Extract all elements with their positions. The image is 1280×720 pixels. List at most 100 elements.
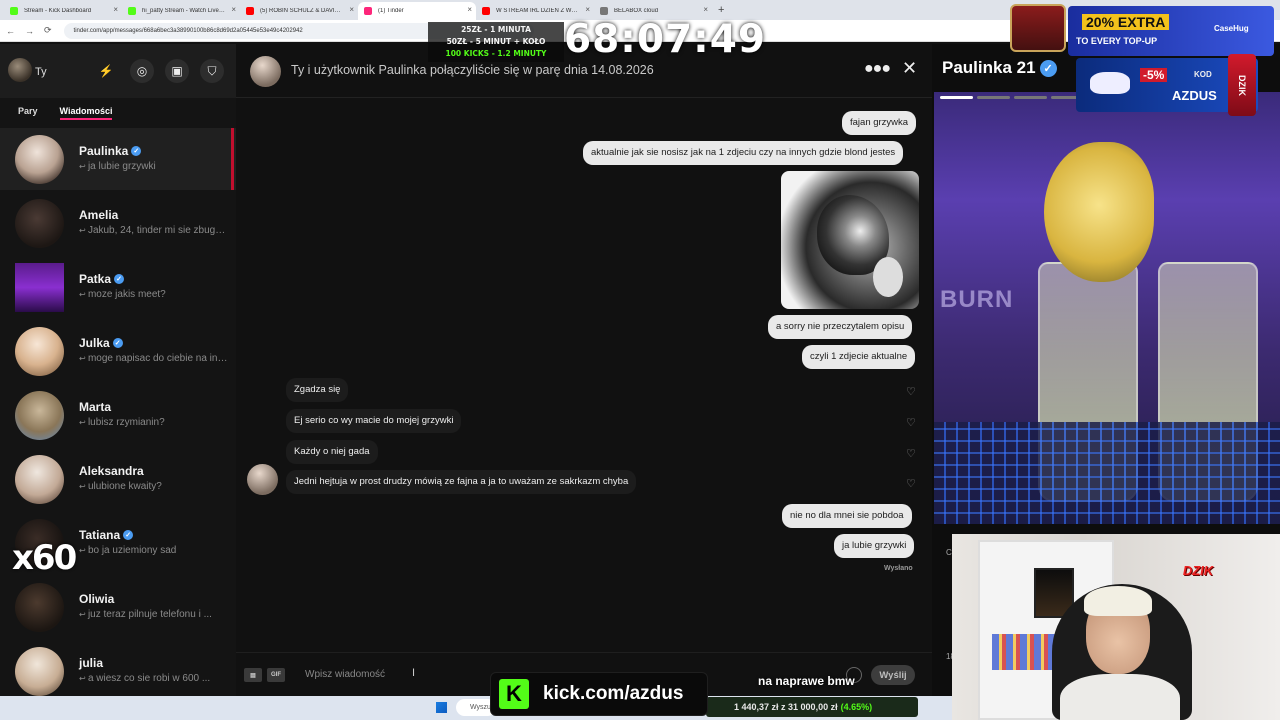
conversation-name: Aleksandra: [79, 464, 144, 478]
belabox-favicon-icon: [600, 7, 608, 15]
tab-messages[interactable]: Wiadomości: [59, 106, 113, 120]
conversation-item[interactable]: Aleksandra ulubione kwaity?: [0, 448, 236, 510]
photo-dot[interactable]: [1014, 96, 1047, 99]
conversation-preview: ulubione kwaity?: [79, 481, 229, 492]
message-sent: aktualnie jak sie nosisz jak na 1 zdjeci…: [583, 141, 904, 165]
energy-drink-can: DZIK: [1228, 54, 1256, 116]
reload-icon[interactable]: ⟳: [44, 25, 52, 36]
ad-extra: 20% EXTRA: [1082, 14, 1170, 30]
send-button[interactable]: Wyślij: [871, 665, 915, 685]
donation-goal-bar: 1 440,37 zł z 31 000,00 zł (4.65%): [706, 697, 918, 717]
conversation-preview: Jakub, 24, tinder mi sie zbugował: [79, 225, 229, 236]
browser-tab[interactable]: Stream - Kick Dashboard ×: [4, 2, 122, 20]
conversation-name: Amelia: [79, 208, 119, 222]
message-input[interactable]: Wpisz wiadomość: [305, 669, 385, 680]
photo-pagination: [940, 96, 1084, 99]
dzik-logo: DZIK: [1182, 563, 1214, 578]
close-tab-icon[interactable]: ×: [585, 5, 590, 14]
browser-tab[interactable]: (5) ROBIN SCHULZ & DAVID GUETTA ×: [240, 2, 358, 20]
tab-label: W STREAM IRL DZIEN Z WERONIKA: [496, 8, 580, 14]
streamer-webcam: [952, 534, 1280, 720]
tab-matches[interactable]: Pary: [18, 106, 38, 120]
conversation-preview: moze jakis meet?: [79, 289, 229, 300]
chat-panel: Ty i użytkownik Paulinka połączyliście s…: [236, 44, 932, 696]
conversation-name: Marta: [79, 400, 112, 414]
sent-image-cat[interactable]: [781, 171, 919, 309]
conversation-name: julia: [79, 656, 104, 670]
heart-icon[interactable]: ♡: [906, 385, 916, 398]
photo-dot[interactable]: [940, 96, 973, 99]
heart-icon[interactable]: ♡: [906, 447, 916, 460]
conversation-item[interactable]: Paulinka✓ ja lubie grzywki: [0, 128, 236, 190]
heart-icon[interactable]: ♡: [906, 416, 916, 429]
kick-favicon-icon: [128, 7, 136, 15]
cat-paw: [873, 257, 903, 297]
forward-icon[interactable]: →: [25, 26, 34, 36]
kick-url-text: kick.com/azdus: [543, 683, 684, 704]
close-icon[interactable]: ✕: [902, 58, 917, 79]
verified-badge-icon: ✓: [123, 530, 134, 540]
close-tab-icon[interactable]: ×: [703, 5, 708, 14]
close-tab-icon[interactable]: ×: [349, 5, 354, 14]
avatar[interactable]: [247, 464, 278, 495]
browser-tab-active[interactable]: (1) Tinder ×: [358, 2, 476, 20]
flower: [1044, 142, 1154, 282]
shield-icon[interactable]: ⛉: [200, 59, 224, 83]
avatar[interactable]: [8, 58, 32, 82]
sent-status: Wysłano: [884, 565, 913, 572]
tinder-app: Ty ⚡ ◎ ▣ ⛉ Pary Wiadomości Paulinka✓ ja …: [0, 44, 932, 696]
more-options-icon[interactable]: ●●●: [864, 60, 891, 78]
message-sent: nie no dla mnei sie pobdoa: [782, 504, 912, 528]
bull-logo-icon: [1090, 72, 1130, 94]
youtube-favicon-icon: [482, 7, 490, 15]
close-tab-icon[interactable]: ×: [231, 5, 236, 14]
streamer-hair: [1084, 586, 1152, 616]
profile-label[interactable]: Ty: [35, 66, 47, 78]
photo-dot[interactable]: [977, 96, 1010, 99]
sidebar: Ty ⚡ ◎ ▣ ⛉ Pary Wiadomości Paulinka✓ ja …: [0, 44, 236, 696]
tab-label: (5) ROBIN SCHULZ & DAVID GUETTA: [260, 8, 344, 14]
boost-icon[interactable]: ⚡: [94, 59, 118, 83]
conversation-item[interactable]: Patka✓ moze jakis meet?: [0, 256, 236, 318]
conversation-item[interactable]: julia a wiesz co sie robi w 600 ...: [0, 640, 236, 702]
close-tab-icon[interactable]: ×: [467, 5, 472, 14]
verified-badge-icon: ✓: [131, 146, 142, 156]
verified-badge-icon: ✓: [114, 274, 125, 284]
kick-logo-icon: K: [499, 679, 529, 709]
conversation-preview: moge napisac do ciebie na insta?: [79, 353, 229, 364]
avatar: [15, 263, 64, 312]
ad-discount: -5%: [1140, 68, 1168, 82]
close-tab-icon[interactable]: ×: [113, 5, 118, 14]
browser-tab[interactable]: hi_patty Stream - Watch Live on Kick ×: [122, 2, 240, 20]
avatar: [15, 135, 64, 184]
keyboard-rows: [934, 422, 1280, 524]
sticker-icon[interactable]: ▤: [244, 668, 262, 682]
goal-amount: 1 440,37 zł z 31 000,00 zł: [734, 702, 838, 712]
heart-icon[interactable]: ♡: [906, 477, 916, 490]
tab-label: Stream - Kick Dashboard: [24, 8, 92, 14]
streamer-body: [1060, 674, 1180, 720]
text-cursor-icon: I: [412, 667, 416, 679]
ad-kod: KOD: [1194, 70, 1212, 79]
gif-button[interactable]: GIF: [267, 668, 285, 682]
windows-start-icon[interactable]: [436, 702, 447, 713]
conversation-item[interactable]: Marta lubisz rzymianin?: [0, 384, 236, 446]
tinder-favicon-icon: [364, 7, 372, 15]
back-icon[interactable]: ←: [6, 26, 15, 36]
conversation-item[interactable]: Oliwia juz teraz pilnuje telefonu i ...: [0, 576, 236, 638]
avatar: [15, 647, 64, 696]
explore-icon[interactable]: ◎: [130, 59, 154, 83]
conversation-preview: juz teraz pilnuje telefonu i ...: [79, 609, 229, 620]
new-tab-button[interactable]: +: [718, 4, 724, 16]
profile-photo[interactable]: BURN: [934, 92, 1280, 524]
goal-percent: (4.65%): [840, 702, 873, 712]
conversation-item[interactable]: Amelia Jakub, 24, tinder mi sie zbugował: [0, 192, 236, 254]
briefcase-icon[interactable]: ▣: [165, 59, 189, 83]
avatar: [15, 327, 64, 376]
donation-tiers-overlay: 25ZŁ - 1 MINUTA 50ZŁ - 5 MINUT + KOŁO 10…: [428, 22, 564, 62]
avatar[interactable]: [250, 56, 281, 87]
photo-sign-text: BURN: [940, 286, 1014, 313]
tier-line: 50ZŁ - 5 MINUT + KOŁO: [446, 37, 546, 46]
conversation-item[interactable]: Julka✓ moge napisac do ciebie na insta?: [0, 320, 236, 382]
sidebar-tabs: Pary Wiadomości: [18, 106, 113, 120]
